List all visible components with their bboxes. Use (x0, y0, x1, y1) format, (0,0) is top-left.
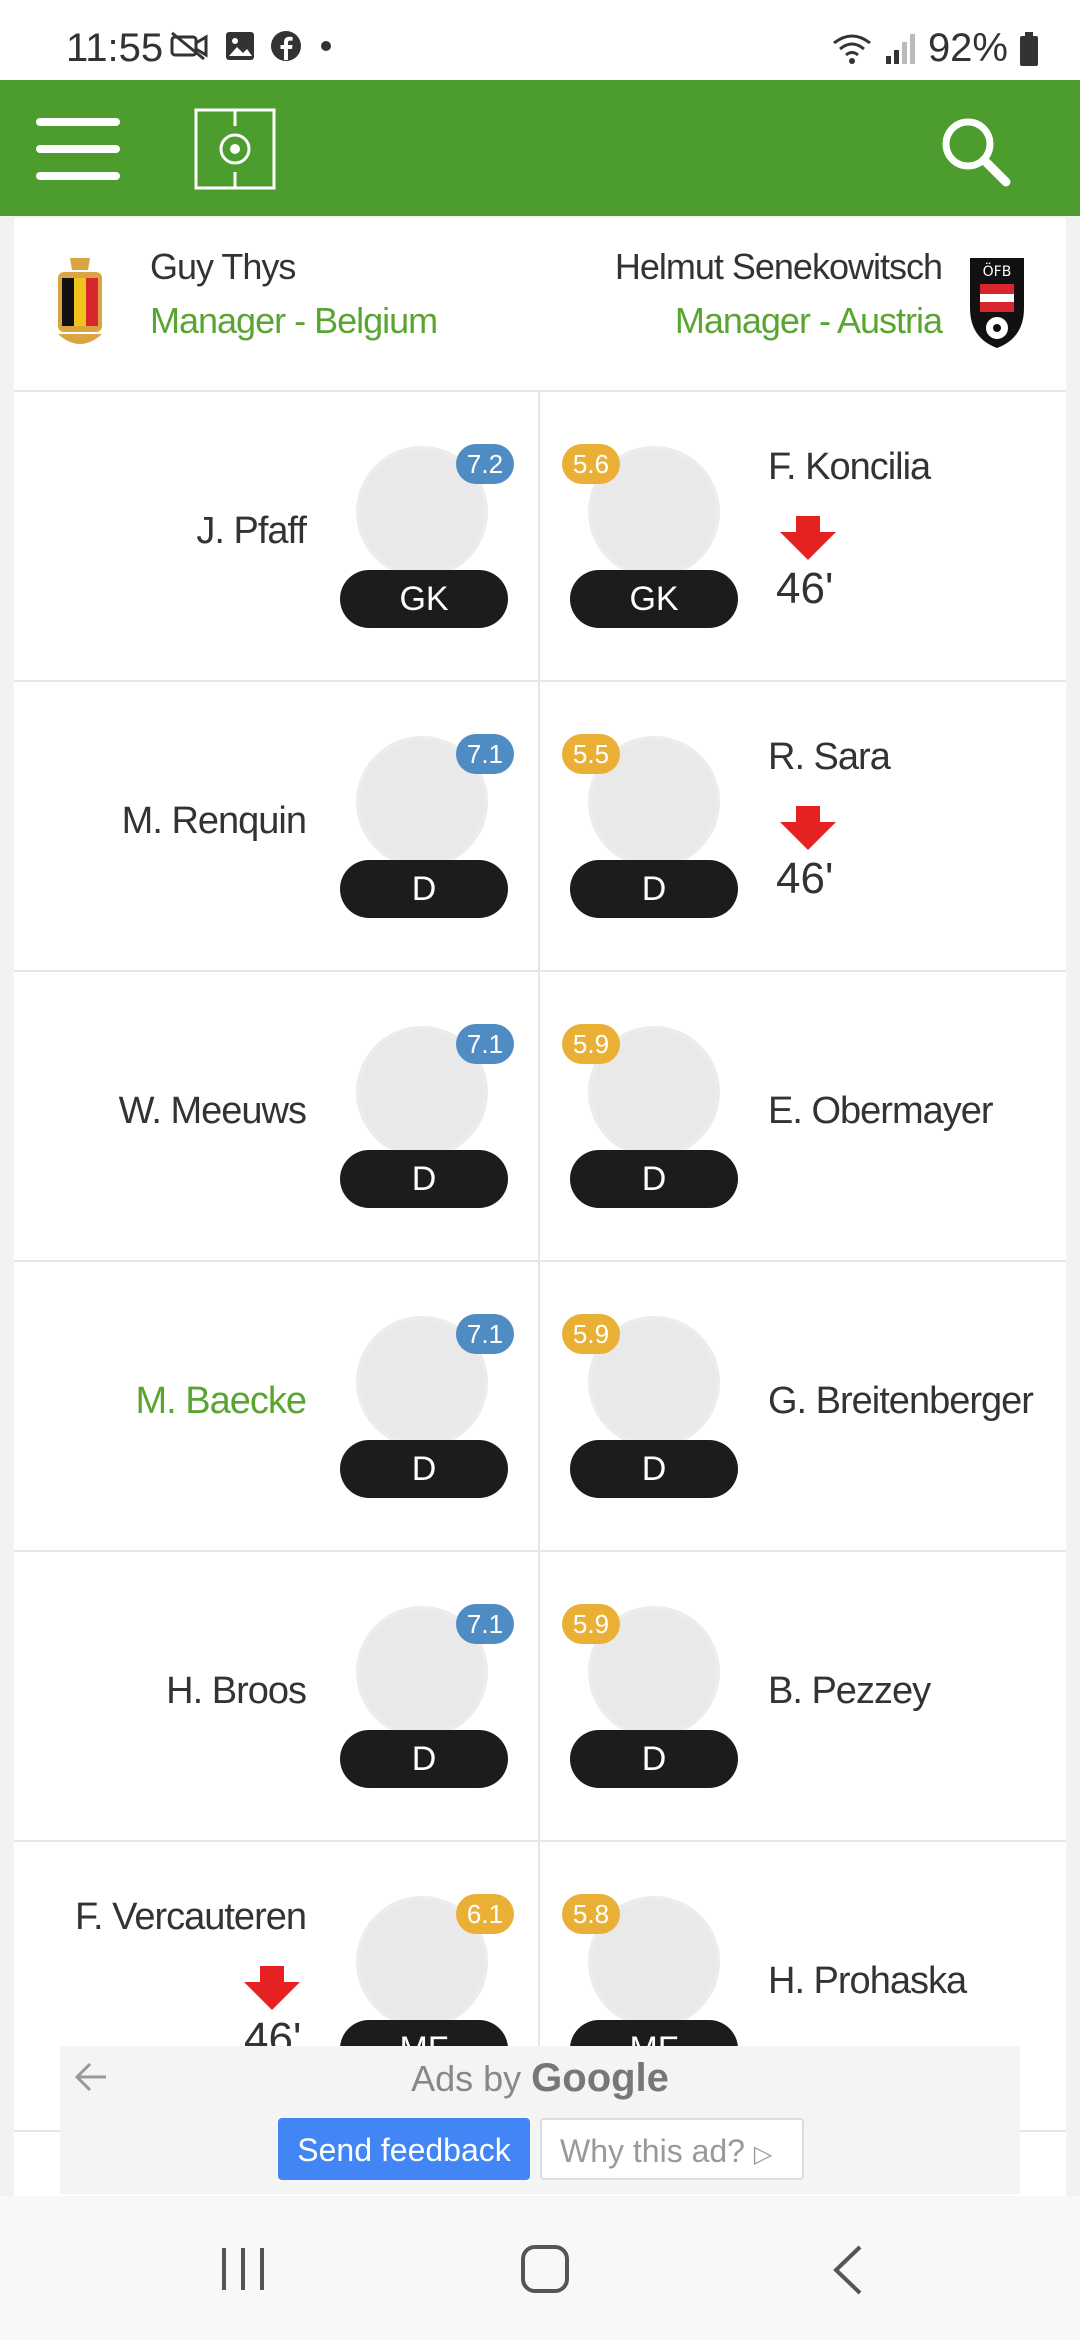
dot-icon (321, 41, 331, 51)
system-nav-bar (0, 2196, 1080, 2340)
notification-icons (170, 30, 336, 62)
away-player-position: D (570, 1730, 738, 1788)
home-player-position: D (340, 1730, 508, 1788)
away-manager-name: Helmut Senekowitsch (614, 246, 943, 287)
home-icon[interactable] (520, 2244, 570, 2294)
home-player-rating: 7.1 (456, 734, 514, 774)
home-player-rating: 7.1 (456, 1314, 514, 1354)
home-player-position: GK (340, 570, 508, 628)
ad-banner: Ads by Google Send feedback Why this ad?… (60, 2046, 1020, 2194)
lineup-row: M. Renquin 7.1 D 5.5 D R. Sara 46' (14, 682, 1066, 972)
belgium-crest-icon (58, 258, 102, 344)
away-player-name[interactable]: F. Koncilia (768, 446, 931, 489)
battery-percent: 92% (927, 26, 1008, 70)
home-player-rating: 7.1 (456, 1604, 514, 1644)
away-sub-time: 46' (776, 854, 834, 903)
away-player-rating: 5.6 (562, 444, 620, 484)
away-sub-time: 46' (776, 564, 834, 613)
away-player-name[interactable]: R. Sara (768, 736, 891, 779)
ads-by-label: Ads by (411, 2058, 522, 2099)
away-manager-role: Manager - Austria (674, 300, 943, 341)
search-icon[interactable] (940, 116, 1012, 188)
home-player-rating: 7.2 (456, 444, 514, 484)
status-bar: 11:55 92% (0, 0, 1080, 80)
ads-by-google: Ads by Google (60, 2056, 1020, 2101)
home-player-rating: 7.1 (456, 1024, 514, 1064)
gallery-icon (226, 32, 254, 60)
substitution-arrow-icon (780, 516, 836, 560)
svg-text:ÖFB: ÖFB (983, 262, 1012, 280)
adchoices-icon: ▷ (753, 2141, 773, 2168)
away-player-position: D (570, 860, 738, 918)
lineup-row: W. Meeuws 7.1 D 5.9 D E. Obermayer (14, 972, 1066, 1262)
home-player-name[interactable]: H. Broos (166, 1670, 307, 1713)
signal-icon (885, 33, 915, 64)
away-player-position: GK (570, 570, 738, 628)
substitution-arrow-icon (780, 806, 836, 850)
menu-icon[interactable] (36, 118, 120, 180)
away-player-name[interactable]: G. Breitenberger (768, 1380, 1034, 1423)
home-manager-name: Guy Thys (150, 246, 296, 287)
row-divider (538, 972, 540, 1260)
substitution-arrow-icon (244, 1966, 300, 2010)
away-player-rating: 5.8 (562, 1894, 620, 1934)
football-pitch-icon[interactable] (194, 108, 276, 190)
lineup-panel: Guy Thys Manager - Belgium Helmut Seneko… (14, 218, 1066, 2198)
away-player-name[interactable]: B. Pezzey (768, 1670, 931, 1713)
away-player-rating: 5.9 (562, 1314, 620, 1354)
away-player-name[interactable]: E. Obermayer (768, 1090, 994, 1133)
google-label: Google (531, 2056, 669, 2100)
away-player-rating: 5.5 (562, 734, 620, 774)
why-this-ad-label: Why this ad? (560, 2133, 745, 2169)
away-player-rating: 5.9 (562, 1024, 620, 1064)
battery-icon (1020, 31, 1038, 66)
away-player-rating: 5.9 (562, 1604, 620, 1644)
row-divider (538, 1262, 540, 1550)
away-player-position: D (570, 1150, 738, 1208)
lineup-row: J. Pfaff 7.2 GK 5.6 GK F. Koncilia 46' (14, 392, 1066, 682)
home-player-rating: 6.1 (456, 1894, 514, 1934)
home-manager-role: Manager - Belgium (150, 300, 438, 341)
row-divider (538, 392, 540, 680)
back-icon[interactable] (830, 2244, 864, 2296)
why-this-ad-button[interactable]: Why this ad? ▷ (540, 2118, 804, 2180)
away-player-position: D (570, 1440, 738, 1498)
managers-row: Guy Thys Manager - Belgium Helmut Seneko… (14, 218, 1066, 392)
facebook-icon (271, 31, 301, 61)
row-divider (538, 682, 540, 970)
home-player-name[interactable]: W. Meeuws (119, 1090, 307, 1133)
app-bar (0, 80, 1080, 216)
lineup-row: M. Baecke 7.1 D 5.9 D G. Breitenberger (14, 1262, 1066, 1552)
away-player-name[interactable]: H. Prohaska (768, 1960, 967, 2003)
home-player-name[interactable]: F. Vercauteren (75, 1896, 307, 1939)
home-player-position: D (340, 1150, 508, 1208)
austria-crest-icon: ÖFB (970, 258, 1024, 348)
home-player-name[interactable]: M. Renquin (122, 800, 307, 843)
lineup-row: H. Broos 7.1 D 5.9 D B. Pezzey (14, 1552, 1066, 1842)
home-player-name[interactable]: J. Pfaff (196, 510, 307, 553)
status-right: 92% (830, 26, 1040, 71)
home-player-name[interactable]: M. Baecke (135, 1380, 307, 1423)
wifi-icon (833, 34, 871, 64)
home-player-position: D (340, 860, 508, 918)
send-feedback-button[interactable]: Send feedback (278, 2118, 530, 2180)
status-time: 11:55 (66, 26, 164, 70)
video-off-icon (170, 31, 208, 61)
home-player-position: D (340, 1440, 508, 1498)
recent-apps-icon[interactable] (220, 2246, 266, 2292)
row-divider (538, 1552, 540, 1840)
